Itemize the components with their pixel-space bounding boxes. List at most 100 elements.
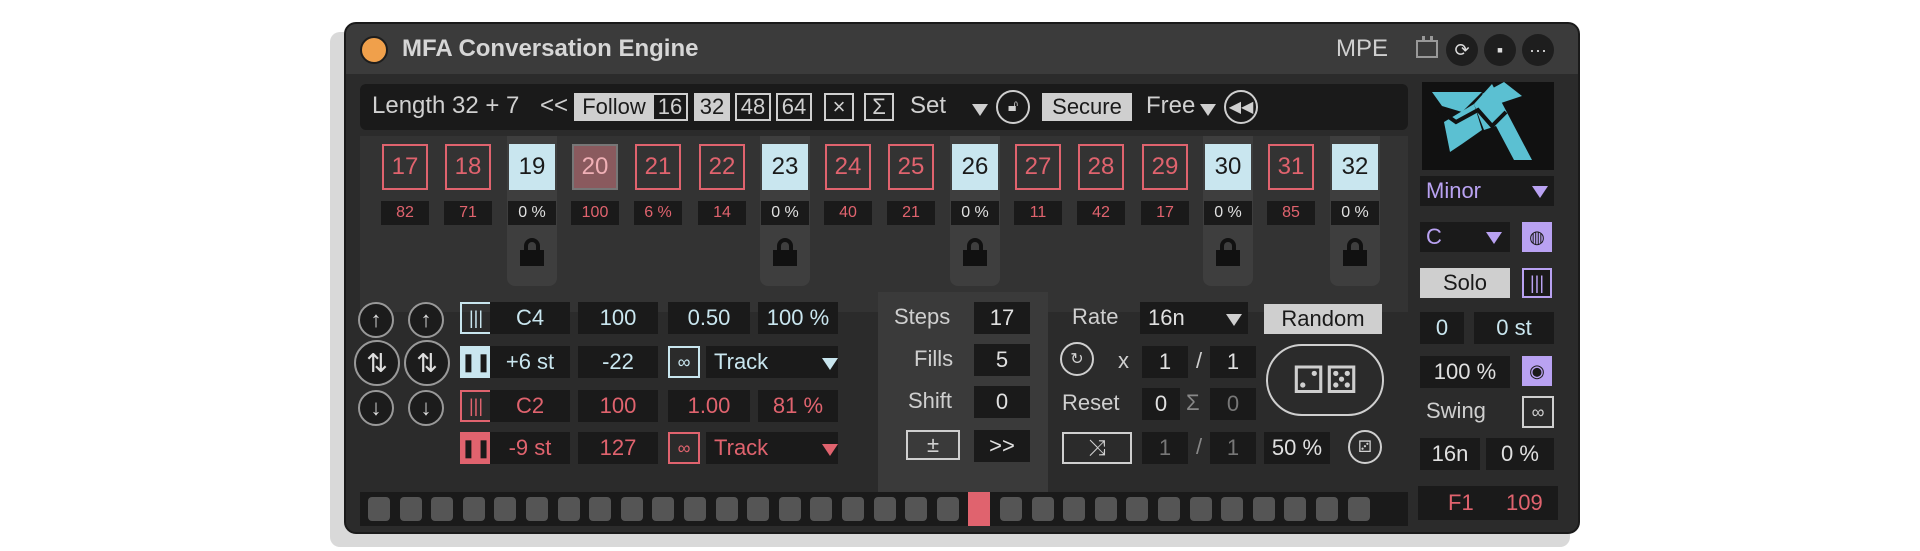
step-value[interactable]: 0 % [1331,201,1379,225]
sequencer-step[interactable] [1094,497,1117,521]
step-button[interactable]: 27 [1015,144,1061,190]
step-button[interactable]: 23 [762,144,808,190]
random-percent[interactable]: 50 % [1264,432,1330,464]
voice1-length[interactable]: 0.50 [668,302,750,334]
sequencer-step[interactable] [905,497,928,521]
swing-infinity-icon[interactable]: ∞ [1522,396,1554,428]
sequencer-step[interactable] [494,497,517,521]
sequencer-step[interactable] [1126,497,1149,521]
reset-cycle-icon[interactable]: ↻ [1060,342,1094,376]
voice1-value2[interactable]: -22 [578,346,658,378]
lock-icon[interactable] [773,238,797,266]
voice1-transpose[interactable]: +6 st [490,346,570,378]
down-arrow-2-icon[interactable]: ↓ [408,390,444,426]
follow-button[interactable]: Follow [574,93,654,121]
rate-dropdown-arrow-icon[interactable] [1226,314,1242,326]
step-value[interactable]: 71 [444,201,492,225]
infinity-red-icon[interactable]: ∞ [668,432,700,464]
voice1-mode-arrow-icon[interactable] [822,358,838,370]
fills-value[interactable]: 5 [974,344,1030,376]
step-value[interactable]: 14 [698,201,746,225]
step-value[interactable]: 6 % [634,201,682,225]
step-value[interactable]: 0 % [951,201,999,225]
step-button[interactable]: 26 [952,144,998,190]
back-button[interactable]: << [540,92,568,120]
shuffle-multiplier[interactable]: 1 [1142,432,1188,464]
voice1-velocity[interactable]: 100 [578,302,658,334]
step-button[interactable]: 28 [1078,144,1124,190]
sequencer-step[interactable] [873,497,896,521]
pause-icon[interactable]: ❚❚ [460,346,492,378]
sequencer-step[interactable] [1316,497,1338,521]
step-value[interactable]: 85 [1267,201,1315,225]
sequencer-step[interactable] [368,497,390,521]
scale-dropdown-arrow-icon[interactable] [1532,186,1548,198]
step-value[interactable]: 42 [1077,201,1125,225]
random-button[interactable]: Random [1264,304,1382,334]
step-value[interactable]: 21 [887,201,935,225]
more-icon[interactable]: ··· [1522,34,1554,66]
sequencer-step[interactable] [1347,497,1370,521]
step-value[interactable]: 40 [824,201,872,225]
step-value[interactable]: 100 [571,201,619,225]
rewind-icon[interactable]: ◀◀ [1224,90,1258,124]
voice1-note[interactable]: C4 [490,302,570,334]
up-arrow-2-icon[interactable]: ↑ [408,302,444,338]
length-48-button[interactable]: 48 [735,93,771,121]
length-64-button[interactable]: 64 [776,93,812,121]
rate-multiplier[interactable]: 1 [1142,346,1188,378]
swap-arrows-icon[interactable]: ⇅ [354,340,400,386]
voice2-note[interactable]: C2 [490,390,570,422]
step-button[interactable]: 30 [1205,144,1251,190]
shift-value[interactable]: 0 [974,386,1030,418]
voice2-percent[interactable]: 81 % [758,390,838,422]
step-value[interactable]: 0 % [761,201,809,225]
plus-minus-button[interactable]: ± [906,430,960,460]
step-value[interactable]: 0 % [1204,201,1252,225]
step-value[interactable]: 17 [1141,201,1189,225]
sequencer-step[interactable] [557,497,580,521]
solo-button[interactable]: Solo [1420,268,1510,298]
sequencer-step[interactable] [1284,497,1307,521]
pause-red-icon[interactable]: ❚❚ [460,432,492,464]
lock-icon[interactable] [1216,238,1240,266]
shuffle-divider[interactable]: 1 [1210,432,1256,464]
sequencer-step[interactable] [399,497,422,521]
voice2-transpose[interactable]: -9 st [490,432,570,464]
sequencer-step-active[interactable] [968,492,991,526]
infinity-icon[interactable]: ∞ [668,346,700,378]
swing-rate[interactable]: 16n [1420,438,1480,470]
dice-button[interactable]: ⚁⚄ [1266,344,1384,416]
lock-icon[interactable] [520,238,544,266]
voice2-mode-arrow-icon[interactable] [822,444,838,456]
step-button[interactable]: 32 [1332,144,1378,190]
reset-sum-value[interactable]: 0 [1210,388,1256,420]
sequencer-step[interactable] [652,497,675,521]
step-value[interactable]: 11 [1014,201,1062,225]
sequencer-step[interactable] [684,497,706,521]
step-button[interactable]: 24 [825,144,871,190]
sequencer-step[interactable] [1000,497,1022,521]
sequencer-step[interactable] [810,497,833,521]
sequencer-step[interactable] [526,497,548,521]
step-button[interactable]: 17 [382,144,428,190]
mpe-toggle[interactable]: MPE [1336,35,1388,63]
sequencer-step[interactable] [1221,497,1244,521]
step-button[interactable]: 25 [888,144,934,190]
step-button[interactable]: 20 [572,144,618,190]
sum-button[interactable]: Σ [864,93,894,121]
offset-value[interactable]: 0 [1420,312,1464,344]
voice2-velocity[interactable]: 100 [578,390,658,422]
save-icon[interactable]: ▪ [1484,34,1516,66]
sequencer-step[interactable] [1063,497,1086,521]
swap-arrows-2-icon[interactable]: ⇅ [404,340,450,386]
voice2-value2[interactable]: 127 [578,432,658,464]
keyboard-purple-icon[interactable]: ||| [1522,268,1552,298]
voice1-mode-dropdown[interactable]: Track [706,346,838,378]
free-label[interactable]: Free [1146,92,1195,120]
sequencer-step[interactable] [936,497,959,521]
clear-button[interactable]: × [824,93,854,121]
step-button[interactable]: 19 [509,144,555,190]
step-button[interactable]: 21 [635,144,681,190]
steps-value[interactable]: 17 [974,302,1030,334]
